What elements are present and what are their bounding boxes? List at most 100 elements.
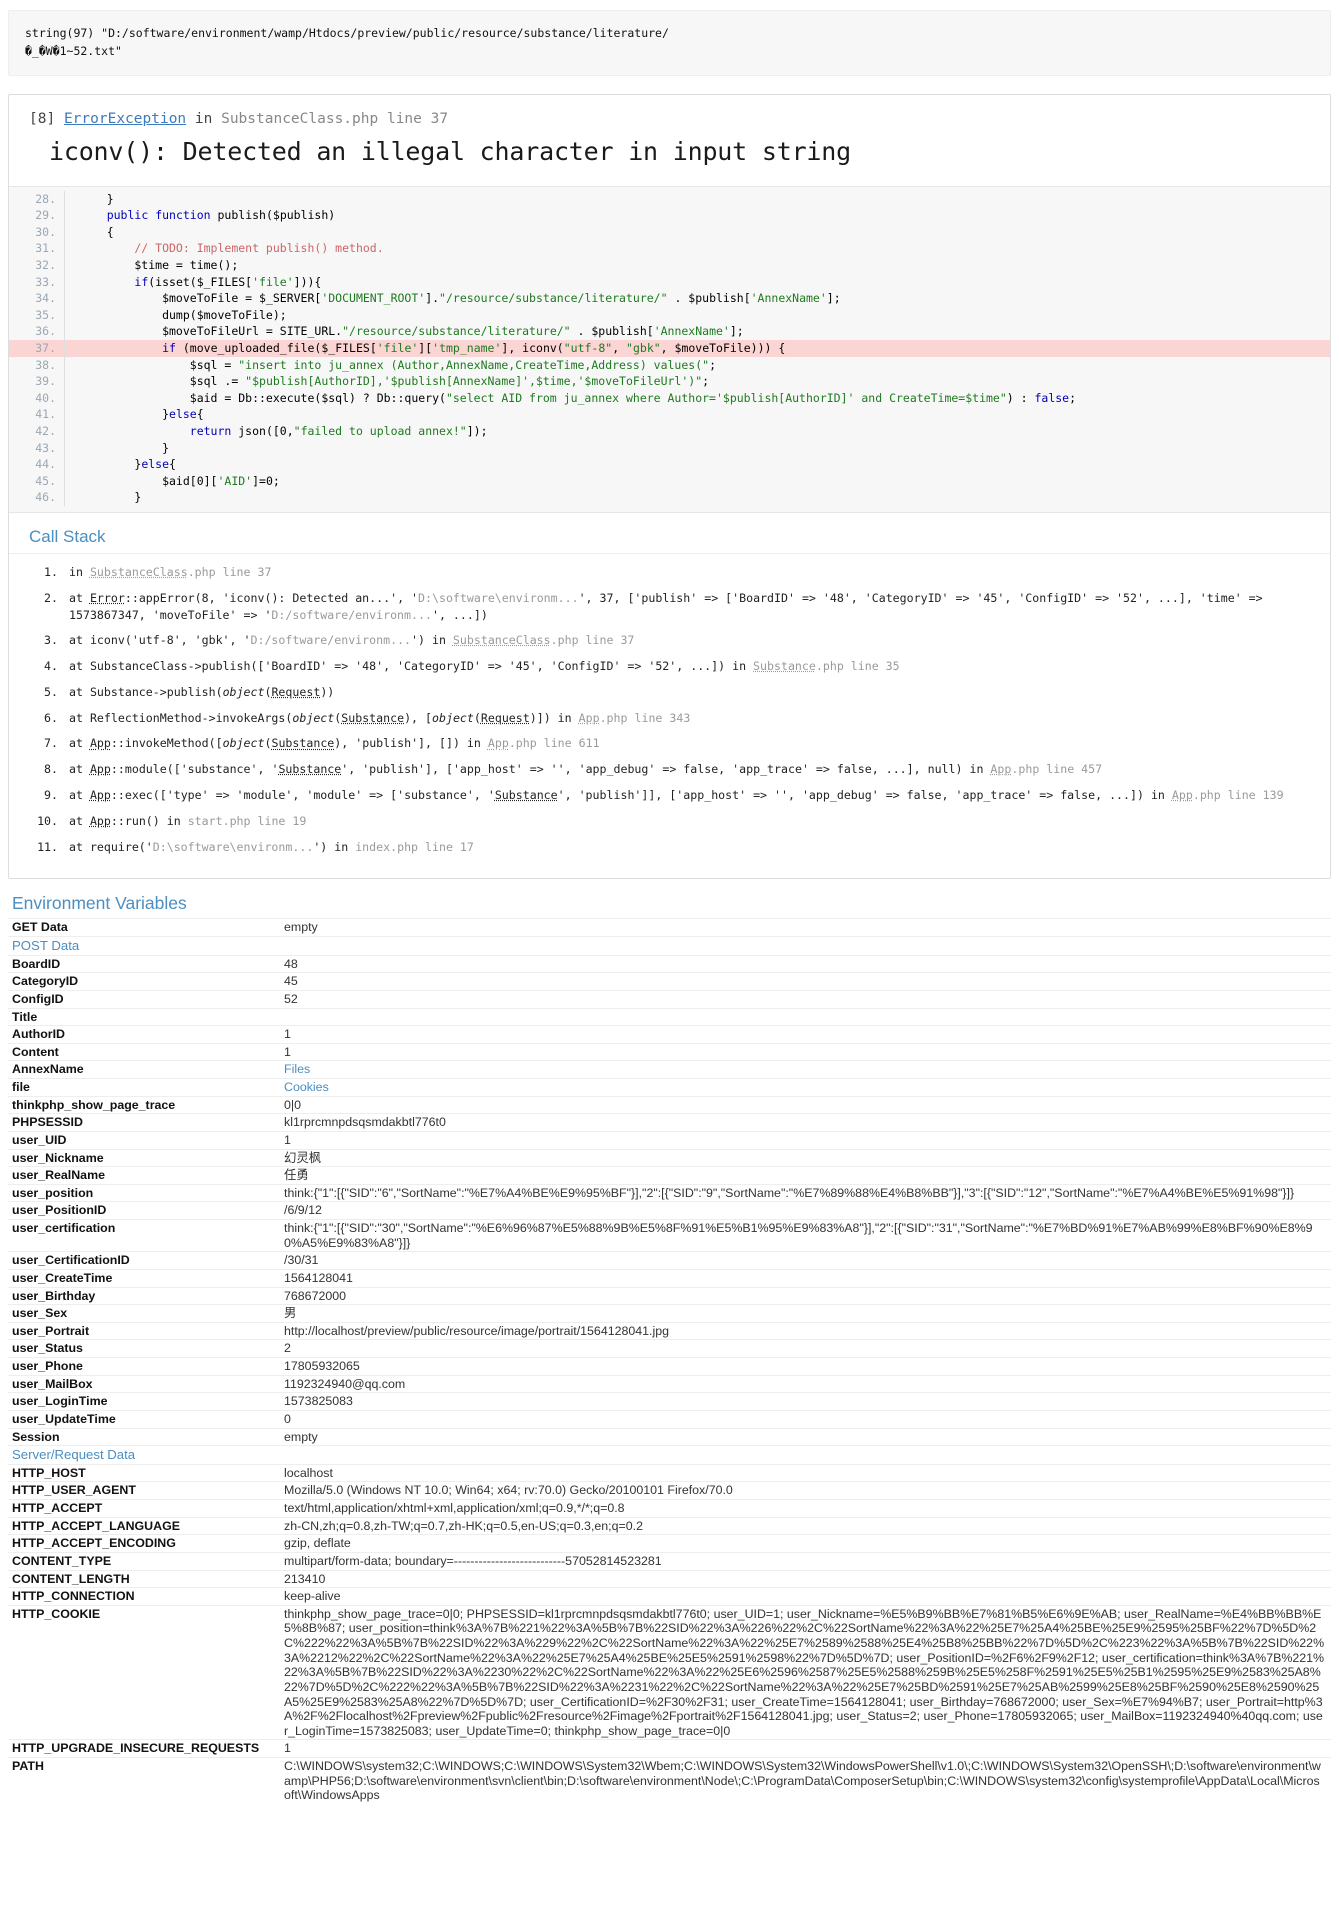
environment-variables-title: Environment Variables: [12, 893, 187, 914]
env-value: 1: [284, 1741, 291, 1756]
call-stack-item[interactable]: at Error::appError(8, 'iconv(): Detected…: [65, 590, 1304, 624]
env-key[interactable]: Server/Request Data: [8, 1446, 280, 1465]
env-value: multipart/form-data; boundary=----------…: [284, 1553, 662, 1568]
env-key: user_Phone: [12, 1359, 83, 1374]
env-key: HTTP_HOST: [12, 1465, 86, 1480]
exception-code: [8]: [29, 110, 56, 127]
env-value: 1: [284, 1044, 291, 1059]
call-stack-item[interactable]: at Substance->publish(object(Request)): [65, 684, 1304, 701]
env-value: 0: [284, 1411, 291, 1426]
env-value: keep-alive: [284, 1589, 341, 1604]
env-value: kl1rprcmnpdsqsmdakbtl776t0: [284, 1115, 446, 1130]
source-line-number: 37.: [9, 339, 65, 357]
env-value: 任勇: [284, 1168, 309, 1183]
call-stack-item[interactable]: at App::exec(['type' => 'module', 'modul…: [65, 787, 1304, 804]
env-row: AuthorID 1: [8, 1025, 1331, 1044]
env-value: Mozilla/5.0 (Windows NT 10.0; Win64; x64…: [284, 1483, 733, 1498]
env-key: HTTP_COOKIE: [12, 1606, 101, 1621]
env-row: GET Data empty: [8, 918, 1331, 937]
call-stack-item[interactable]: at App::run() in start.php line 19: [65, 813, 1304, 830]
env-row: PHPSESSID kl1rprcmnpdsqsmdakbtl776t0: [8, 1113, 1331, 1132]
source-line: 28. }: [9, 190, 1330, 208]
env-row: user_PositionID/6/9/12: [8, 1201, 1331, 1220]
call-stack-item[interactable]: at App::invokeMethod([object(Substance),…: [65, 735, 1304, 752]
env-row: user_RealName 任勇: [8, 1166, 1331, 1185]
env-key: user_Birthday: [12, 1288, 96, 1303]
source-line-number: 32.: [9, 257, 65, 274]
env-row: Content 1: [8, 1043, 1331, 1061]
source-line: 30. {: [9, 223, 1330, 241]
env-key: user_UID: [12, 1132, 67, 1147]
env-key: user_MailBox: [12, 1376, 93, 1391]
source-line: 44. }else{: [9, 456, 1330, 473]
env-value: http://localhost/preview/public/resource…: [284, 1323, 670, 1338]
env-row: user_CreateTime 1564128041: [8, 1269, 1331, 1287]
env-value: 1: [284, 1132, 291, 1147]
source-line: 42. return json([0,"failed to upload ann…: [9, 422, 1330, 440]
env-key: user_RealName: [12, 1168, 105, 1183]
env-key: CategoryID: [12, 974, 79, 989]
env-row: user_certification think:{"1":[{"SID":"30…: [8, 1219, 1331, 1252]
env-value: thinkphp_show_page_trace=0|0; PHPSESSID=…: [284, 1606, 1325, 1738]
env-key: AuthorID: [12, 1027, 65, 1042]
exception-header: [8] ErrorException in SubstanceClass.php…: [9, 95, 1330, 186]
source-line: 34. $moveToFile = $_SERVER['DOCUMENT_ROO…: [9, 290, 1330, 307]
env-row: AnnexName Files: [8, 1060, 1331, 1079]
env-value: 45: [284, 974, 298, 989]
env-value: 52: [284, 991, 298, 1006]
var-dump-output: string(97) "D:/software/environment/wamp…: [8, 10, 1331, 76]
env-key: CONTENT_TYPE: [12, 1553, 112, 1568]
source-line-code: $moveToFile = $_SERVER['DOCUMENT_ROOT'].…: [79, 291, 841, 306]
source-line-code: }: [79, 191, 114, 206]
call-stack-wrap: in SubstanceClass.php line 37at Error::a…: [9, 552, 1330, 879]
env-value[interactable]: Files: [280, 1061, 1331, 1079]
call-stack-item[interactable]: at SubstanceClass->publish(['BoardID' =>…: [65, 658, 1304, 675]
env-key: HTTP_ACCEPT_LANGUAGE: [12, 1518, 180, 1533]
env-key: PATH: [12, 1759, 44, 1773]
exception-in-label: in: [194, 110, 213, 127]
call-stack-item[interactable]: at iconv('utf-8', 'gbk', 'D:/software/en…: [65, 632, 1304, 649]
call-stack-item[interactable]: at App::module(['substance', 'Substance'…: [65, 761, 1304, 778]
env-key: user_Portrait: [12, 1323, 90, 1338]
env-row: user_MailBox 1192324940@qq.com: [8, 1375, 1331, 1393]
env-key: user_CertificationID: [12, 1253, 130, 1268]
call-stack-item[interactable]: at ReflectionMethod->invokeArgs(object(S…: [65, 710, 1304, 727]
env-value: empty: [284, 1429, 318, 1444]
env-value: [280, 1446, 1331, 1465]
source-line-number: 31.: [9, 240, 65, 257]
source-line-number: 44.: [9, 456, 65, 473]
env-row: user_LoginTime 1573825083: [8, 1392, 1331, 1411]
call-stack-item[interactable]: in SubstanceClass.php line 37: [65, 564, 1304, 581]
env-value: 1192324940@qq.com: [284, 1376, 406, 1391]
source-line: 36. $moveToFileUrl = SITE_URL."/resource…: [9, 323, 1330, 340]
env-key[interactable]: POST Data: [8, 937, 280, 956]
env-row: user_UpdateTime 0: [8, 1410, 1331, 1428]
source-line-code: }else{: [79, 407, 204, 422]
env-value[interactable]: Cookies: [280, 1079, 1331, 1097]
source-line-code: $moveToFileUrl = SITE_URL."/resource/sub…: [79, 324, 744, 339]
env-key: PHPSESSID: [12, 1115, 83, 1130]
env-key: user_Status: [12, 1341, 83, 1356]
env-value: 0|0: [284, 1097, 302, 1112]
env-key: user_certification: [12, 1221, 116, 1236]
source-line-number: 36.: [9, 323, 65, 340]
env-section-row[interactable]: Server/Request Data: [8, 1445, 1331, 1465]
env-section-row[interactable]: POST Data: [8, 936, 1331, 956]
env-row: CONTENT_TYPE multipart/form-data; boundar…: [8, 1552, 1331, 1570]
exception-panel: [8] ErrorException in SubstanceClass.php…: [8, 93, 1331, 880]
source-line-number: 41.: [9, 406, 65, 423]
exception-type-link[interactable]: ErrorException: [64, 111, 186, 127]
env-value: 男: [284, 1306, 297, 1321]
env-value: 幻灵枫: [284, 1150, 322, 1165]
env-key: file: [12, 1080, 30, 1095]
source-line-number: 29.: [9, 207, 65, 224]
source-line-number: 34.: [9, 290, 65, 307]
source-line-number: 30.: [9, 223, 65, 241]
env-key: Content: [12, 1044, 59, 1059]
call-stack-item[interactable]: at require('D:\software\environm...') in…: [65, 839, 1304, 856]
env-value: gzip, deflate: [284, 1536, 351, 1551]
source-line-code: if (move_uploaded_file($_FILES['file']['…: [162, 340, 786, 355]
env-value: text/html,application/xhtml+xml,applicat…: [284, 1501, 625, 1515]
source-line-number: 43.: [9, 439, 65, 457]
env-key: user_UpdateTime: [12, 1411, 116, 1426]
